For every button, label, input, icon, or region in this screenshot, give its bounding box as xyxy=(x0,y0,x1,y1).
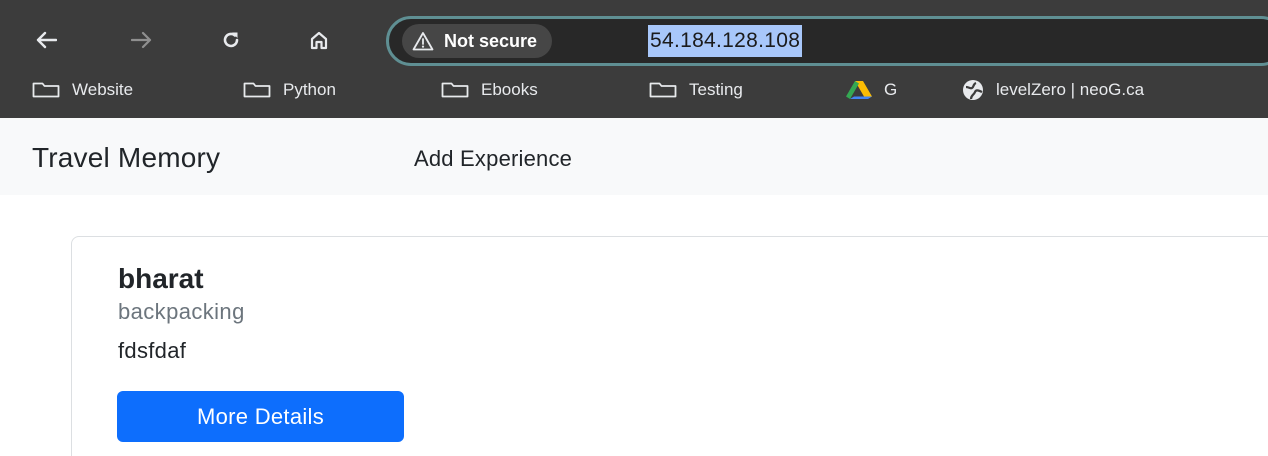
reload-icon xyxy=(223,32,239,48)
app-navbar: Travel Memory Add Experience xyxy=(0,118,1268,195)
folder-icon xyxy=(649,82,677,98)
warning-triangle-icon xyxy=(412,32,434,51)
folder-icon xyxy=(32,82,60,98)
bookmark-label: Website xyxy=(72,80,134,99)
google-drive-icon xyxy=(846,81,872,99)
bookmark-website[interactable]: Website xyxy=(32,74,133,106)
security-chip[interactable]: Not secure xyxy=(402,24,553,58)
not-secure-label: Not secure xyxy=(444,30,538,51)
arrow-right-icon xyxy=(131,31,152,49)
bookmark-label: Testing xyxy=(689,80,743,99)
browser-toolbar: Not secure 54.184.128.108 xyxy=(0,0,1268,74)
folder-icon xyxy=(243,82,271,98)
more-details-button[interactable]: More Details xyxy=(117,391,404,442)
bookmark-testing[interactable]: Testing xyxy=(649,74,743,106)
folder-icon xyxy=(441,82,469,98)
bookmarks-bar: Website Python Ebooks Testing G levelZer… xyxy=(0,74,1268,118)
bookmark-levelzero[interactable]: levelZero | neoG.ca xyxy=(962,74,1144,106)
arrow-left-icon xyxy=(36,31,57,49)
card-title: bharat xyxy=(118,263,204,294)
home-button[interactable] xyxy=(299,20,339,60)
forward-button[interactable] xyxy=(122,20,162,60)
card-subtitle: backpacking xyxy=(118,299,245,324)
address-bar[interactable]: Not secure 54.184.128.108 xyxy=(386,16,1268,66)
back-button[interactable] xyxy=(26,20,66,60)
bookmark-label: Ebooks xyxy=(481,80,538,99)
home-icon xyxy=(310,31,328,50)
bookmark-label: levelZero | neoG.ca xyxy=(996,80,1145,99)
navbar-brand[interactable]: Travel Memory xyxy=(32,142,220,174)
reload-button[interactable] xyxy=(211,20,251,60)
nav-link-add-experience[interactable]: Add Experience xyxy=(414,146,572,172)
bookmark-python[interactable]: Python xyxy=(243,74,336,106)
globe-icon xyxy=(963,80,983,100)
bookmark-label: G xyxy=(884,80,898,99)
bookmark-ebooks[interactable]: Ebooks xyxy=(441,74,538,106)
card-description: fdsfdaf xyxy=(118,338,187,363)
bookmark-label: Python xyxy=(283,80,336,99)
url-text[interactable]: 54.184.128.108 xyxy=(648,25,803,57)
experience-card: bharat backpacking fdsfdaf More Details xyxy=(71,236,1268,456)
bookmark-google-drive[interactable]: G xyxy=(846,74,897,106)
